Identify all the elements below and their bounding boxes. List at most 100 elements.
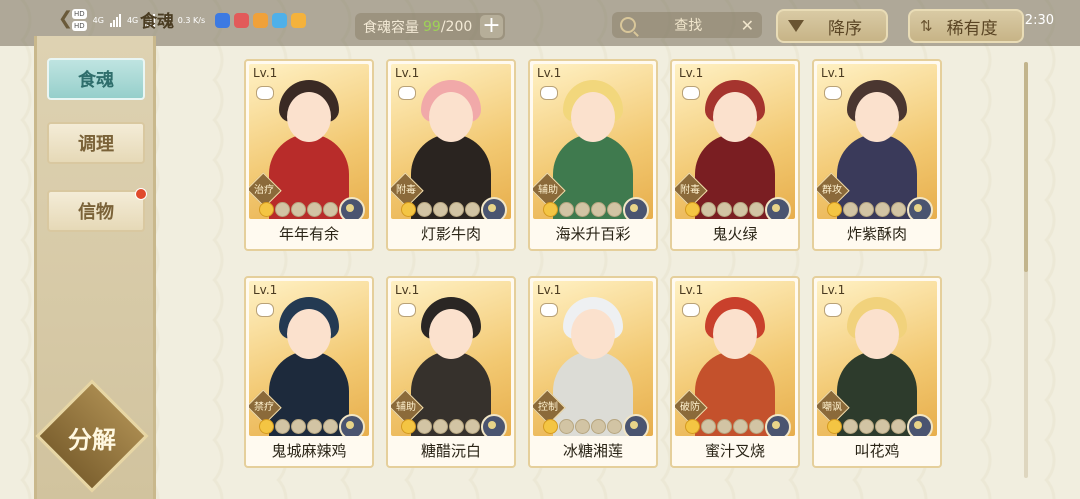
food-soul-card[interactable]: Lv.1 辅助 海米升百彩 [528,59,658,251]
chat-bubble-icon [540,303,558,317]
star-icon [323,419,338,434]
rarity-sort-button[interactable]: ⇅ 稀有度 [908,9,1024,43]
star-icon [465,419,480,434]
app-notification-icon [253,12,269,28]
element-icon [481,197,507,219]
chat-bubble-icon [256,86,274,100]
food-soul-card[interactable]: Lv.1 辅助 糖醋沅白 [386,276,516,468]
star-icon [827,202,842,217]
star-rating [259,419,338,434]
star-icon [733,202,748,217]
star-icon [543,419,558,434]
star-icon [685,419,700,434]
notification-badge [135,188,147,200]
level-label: Lv.1 [821,66,846,80]
food-soul-card[interactable]: Lv.1 治疗年年有余 [244,59,374,251]
star-icon [291,202,306,217]
search-input[interactable]: 查找 ✕ [612,12,762,38]
tab-label: 调理 [78,134,114,155]
element-icon [907,414,933,436]
star-rating [401,202,480,217]
star-icon [607,419,622,434]
star-icon [701,419,716,434]
food-soul-card[interactable]: Lv.1 破防 蜜汁叉烧 [670,276,800,468]
portrait-face [713,309,757,359]
star-icon [559,419,574,434]
star-rating [259,202,338,217]
star-icon [559,202,574,217]
food-soul-name: 年年有余 [278,225,339,243]
star-icon [733,419,748,434]
element-icon [339,197,365,219]
sort-order-button[interactable]: 降序 [776,9,888,43]
star-icon [433,202,448,217]
food-soul-name: 炸紫酥肉 [846,225,907,243]
level-label: Lv.1 [253,283,278,297]
star-icon [891,202,906,217]
tab-seasoning[interactable]: 调理 [47,122,145,164]
food-soul-card[interactable]: Lv.1 附毒 灯影牛肉 [386,59,516,251]
star-icon [717,202,732,217]
expand-capacity-button[interactable]: + [480,15,503,38]
element-icon [907,197,933,219]
app-notification-icon [234,12,250,28]
portrait-face [713,92,757,142]
role-label: 控制 [538,402,558,413]
star-icon [275,419,290,434]
food-soul-card[interactable]: Lv.1 附毒 鬼火绿 [670,59,800,251]
star-icon [685,202,700,217]
star-icon [843,202,858,217]
star-icon [543,202,558,217]
star-icon [417,202,432,217]
app-notification-icon [291,12,307,28]
food-soul-card[interactable]: Lv.1 群攻 炸紫酥肉 [812,59,942,251]
decompose-label[interactable]: 分解 [52,420,132,455]
back-icon[interactable]: ❮ [58,8,78,29]
network-2: 4G [126,15,139,25]
scrollbar-thumb[interactable] [1024,62,1028,272]
star-icon [575,419,590,434]
chat-bubble-icon [540,86,558,100]
character-portrait: Lv.1 禁疗 [249,281,369,436]
capacity-total: /200 [440,18,473,35]
star-icon [417,419,432,434]
character-portrait: Lv.1 治疗 [249,64,369,219]
level-label: Lv.1 [679,66,704,80]
element-icon [623,197,649,219]
role-label: 辅助 [538,185,558,196]
tab-food-souls[interactable]: 食魂 [47,58,145,100]
sort-down-icon [788,20,804,32]
clear-icon[interactable]: ✕ [741,16,754,35]
chat-bubble-icon [682,303,700,317]
tab-tokens[interactable]: 信物 [47,188,147,232]
role-label: 附毒 [680,185,700,196]
star-icon [827,419,842,434]
chat-bubble-icon [824,86,842,100]
star-icon [275,202,290,217]
food-soul-card[interactable]: Lv.1 控制 冰糖湘莲 [528,276,658,468]
star-rating [401,419,480,434]
chat-bubble-icon [824,303,842,317]
star-icon [259,202,274,217]
portrait-face [571,92,615,142]
star-icon [259,419,274,434]
star-icon [749,202,764,217]
role-label: 辅助 [396,402,416,413]
element-icon [765,414,791,436]
chat-bubble-icon [398,86,416,100]
level-label: Lv.1 [253,66,278,80]
star-rating [827,202,906,217]
chat-bubble-icon [256,303,274,317]
star-icon [307,419,322,434]
star-icon [591,419,606,434]
search-icon [620,17,636,33]
food-soul-card[interactable]: Lv.1 嘲讽 叫花鸡 [812,276,942,468]
status-left: HD HD 4G 4G ◠ 0.3 K/s [72,9,307,31]
role-label: 嘲讽 [822,402,842,413]
food-soul-name: 灯影牛肉 [420,225,481,243]
character-portrait: Lv.1 附毒 [675,64,795,219]
food-soul-card[interactable]: Lv.1 禁疗 鬼城麻辣鸡 [244,276,374,468]
star-icon [843,419,858,434]
star-icon [717,419,732,434]
star-icon [465,202,480,217]
